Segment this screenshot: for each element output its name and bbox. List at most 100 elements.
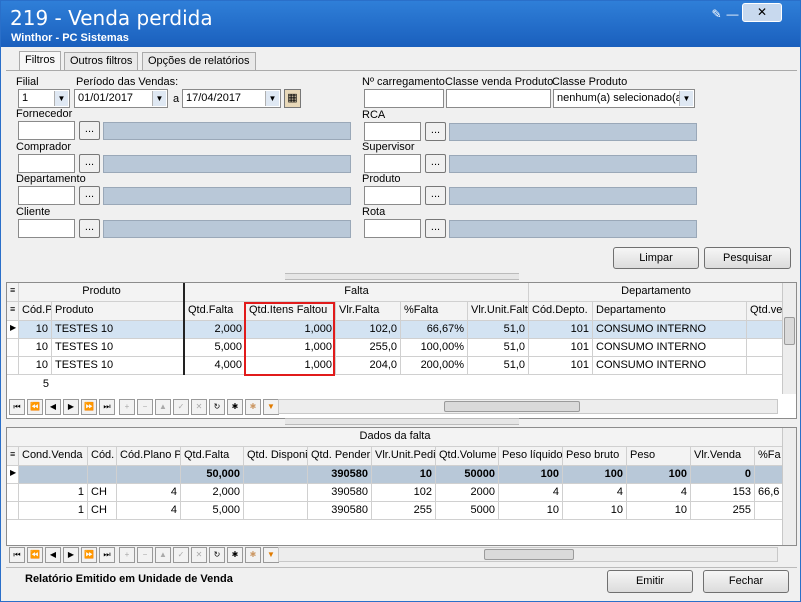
table-cell[interactable]: 255,0 xyxy=(336,339,401,357)
table-cell[interactable]: 51,0 xyxy=(468,357,529,375)
splitter-top[interactable] xyxy=(285,273,519,280)
table-cell[interactable]: 100,00% xyxy=(401,339,468,357)
table-cell[interactable]: 101 xyxy=(529,357,593,375)
fornecedor-code-input[interactable] xyxy=(18,121,75,140)
col-perc-falta[interactable]: %Fa xyxy=(755,447,784,466)
table-cell[interactable]: 204,0 xyxy=(336,357,401,375)
table-cell[interactable]: 4 xyxy=(117,502,181,520)
table-cell[interactable]: 2,000 xyxy=(185,321,246,339)
table-cell[interactable]: 5000 xyxy=(436,502,499,520)
chevron-down-icon[interactable]: ▼ xyxy=(152,91,166,106)
rca-search-button[interactable]: ... xyxy=(425,122,446,141)
table-cell[interactable]: 102,0 xyxy=(336,321,401,339)
classe-venda-input[interactable] xyxy=(446,89,551,108)
produto-search-button[interactable]: ... xyxy=(425,186,446,205)
comprador-search-button[interactable]: ... xyxy=(79,154,100,173)
goto-bookmark-icon[interactable]: ✱ xyxy=(245,399,261,415)
splitter-bottom[interactable] xyxy=(285,418,519,425)
col-cod[interactable]: Cód. xyxy=(88,447,117,466)
tab-filtros[interactable]: Filtros xyxy=(19,51,61,71)
last-record-icon[interactable]: ⏭ xyxy=(99,399,115,415)
table-cell[interactable]: 1 xyxy=(19,484,88,502)
filial-select[interactable]: 1 ▼ xyxy=(18,89,70,108)
produto-code-input[interactable] xyxy=(364,186,421,205)
grid2-vertical-scrollbar[interactable] xyxy=(782,428,796,545)
first-record-icon[interactable]: ⏮ xyxy=(9,547,25,563)
prev-record-icon[interactable]: ◀ xyxy=(45,547,61,563)
departamento-search-button[interactable]: ... xyxy=(79,186,100,205)
last-record-icon[interactable]: ⏭ xyxy=(99,547,115,563)
goto-bookmark-icon[interactable]: ✱ xyxy=(245,547,261,563)
carregamento-input[interactable] xyxy=(364,89,444,108)
table-cell[interactable]: 10 xyxy=(499,502,563,520)
col-qtd-pendente[interactable]: Qtd. Pender xyxy=(308,447,372,466)
post-icon[interactable]: ✓ xyxy=(173,547,189,563)
next-page-icon[interactable]: ⏩ xyxy=(81,399,97,415)
table-cell[interactable]: TESTES 10 xyxy=(52,321,185,339)
pesquisar-button[interactable]: Pesquisar xyxy=(704,247,791,269)
tab-opcoes-relatorios[interactable]: Opções de relatórios xyxy=(142,52,256,70)
table-cell[interactable]: 153 xyxy=(691,484,755,502)
scroll-thumb[interactable] xyxy=(444,401,580,412)
table-cell[interactable]: 390580 xyxy=(308,502,372,520)
table-cell[interactable]: CONSUMO INTERNO xyxy=(593,357,747,375)
prev-page-icon[interactable]: ⏪ xyxy=(27,547,43,563)
table-cell[interactable]: CONSUMO INTERNO xyxy=(593,339,747,357)
delete-icon[interactable]: − xyxy=(137,547,153,563)
table-cell[interactable]: 255 xyxy=(372,502,436,520)
chevron-down-icon[interactable]: ▼ xyxy=(265,91,279,106)
table-cell[interactable] xyxy=(747,357,784,375)
edit-record-icon[interactable]: ▲ xyxy=(155,399,171,415)
table-cell[interactable]: 51,0 xyxy=(468,339,529,357)
refresh-icon[interactable]: ↻ xyxy=(209,547,225,563)
col-vlr-unit-falta[interactable]: Vlr.Unit.Falt xyxy=(468,302,529,321)
table-cell[interactable]: 10 xyxy=(19,321,52,339)
insert-icon[interactable]: + xyxy=(119,547,135,563)
prev-record-icon[interactable]: ◀ xyxy=(45,399,61,415)
table-cell[interactable]: CH xyxy=(88,502,117,520)
fornecedor-search-button[interactable]: ... xyxy=(79,121,100,140)
delete-icon[interactable]: − xyxy=(137,399,153,415)
table-cell[interactable] xyxy=(755,502,784,520)
table-cell[interactable]: 4 xyxy=(499,484,563,502)
rota-code-input[interactable] xyxy=(364,219,421,238)
table-cell[interactable]: 4 xyxy=(627,484,691,502)
cancel-icon[interactable]: ✕ xyxy=(191,399,207,415)
post-icon[interactable]: ✓ xyxy=(173,399,189,415)
scroll-thumb[interactable] xyxy=(484,549,574,560)
next-record-icon[interactable]: ▶ xyxy=(63,399,79,415)
fechar-button[interactable]: Fechar xyxy=(703,570,789,593)
col-qtd-venda[interactable]: Qtd.ve xyxy=(747,302,784,321)
close-button[interactable]: ✕ xyxy=(742,3,782,22)
table-cell[interactable]: 10 xyxy=(19,339,52,357)
col-peso-liquido[interactable]: Peso líquido xyxy=(499,447,563,466)
prev-page-icon[interactable]: ⏪ xyxy=(27,399,43,415)
comprador-code-input[interactable] xyxy=(18,154,75,173)
emitir-button[interactable]: Emitir xyxy=(607,570,693,593)
first-record-icon[interactable]: ⏮ xyxy=(9,399,25,415)
tab-outros-filtros[interactable]: Outros filtros xyxy=(64,52,139,70)
grid-options-icon[interactable]: ≡ xyxy=(7,283,19,302)
table-cell[interactable]: TESTES 10 xyxy=(52,357,185,375)
data-fim-field[interactable]: 17/04/2017 ▼ xyxy=(182,89,281,108)
col-cond-venda[interactable]: Cond.Venda xyxy=(19,447,88,466)
supervisor-search-button[interactable]: ... xyxy=(425,154,446,173)
col-cod-plano[interactable]: Cód.Plano P xyxy=(117,447,181,466)
table-cell[interactable]: 5,000 xyxy=(185,339,246,357)
col-vlr-venda[interactable]: Vlr.Venda xyxy=(691,447,755,466)
next-record-icon[interactable]: ▶ xyxy=(63,547,79,563)
table-cell[interactable]: 101 xyxy=(529,321,593,339)
chevron-down-icon[interactable]: ▼ xyxy=(679,91,693,106)
col-peso[interactable]: Peso xyxy=(627,447,691,466)
chevron-down-icon[interactable]: ▼ xyxy=(54,91,68,106)
cancel-icon[interactable]: ✕ xyxy=(191,547,207,563)
next-page-icon[interactable]: ⏩ xyxy=(81,547,97,563)
table-cell[interactable] xyxy=(244,484,308,502)
bookmark-icon[interactable]: ✱ xyxy=(227,399,243,415)
table-cell[interactable]: 5,000 xyxy=(181,502,244,520)
insert-icon[interactable]: + xyxy=(119,399,135,415)
table-cell[interactable]: CH xyxy=(88,484,117,502)
table-cell[interactable]: 4 xyxy=(563,484,627,502)
table-cell[interactable]: 51,0 xyxy=(468,321,529,339)
col-qtd-falta[interactable]: Qtd.Falta xyxy=(185,302,246,321)
